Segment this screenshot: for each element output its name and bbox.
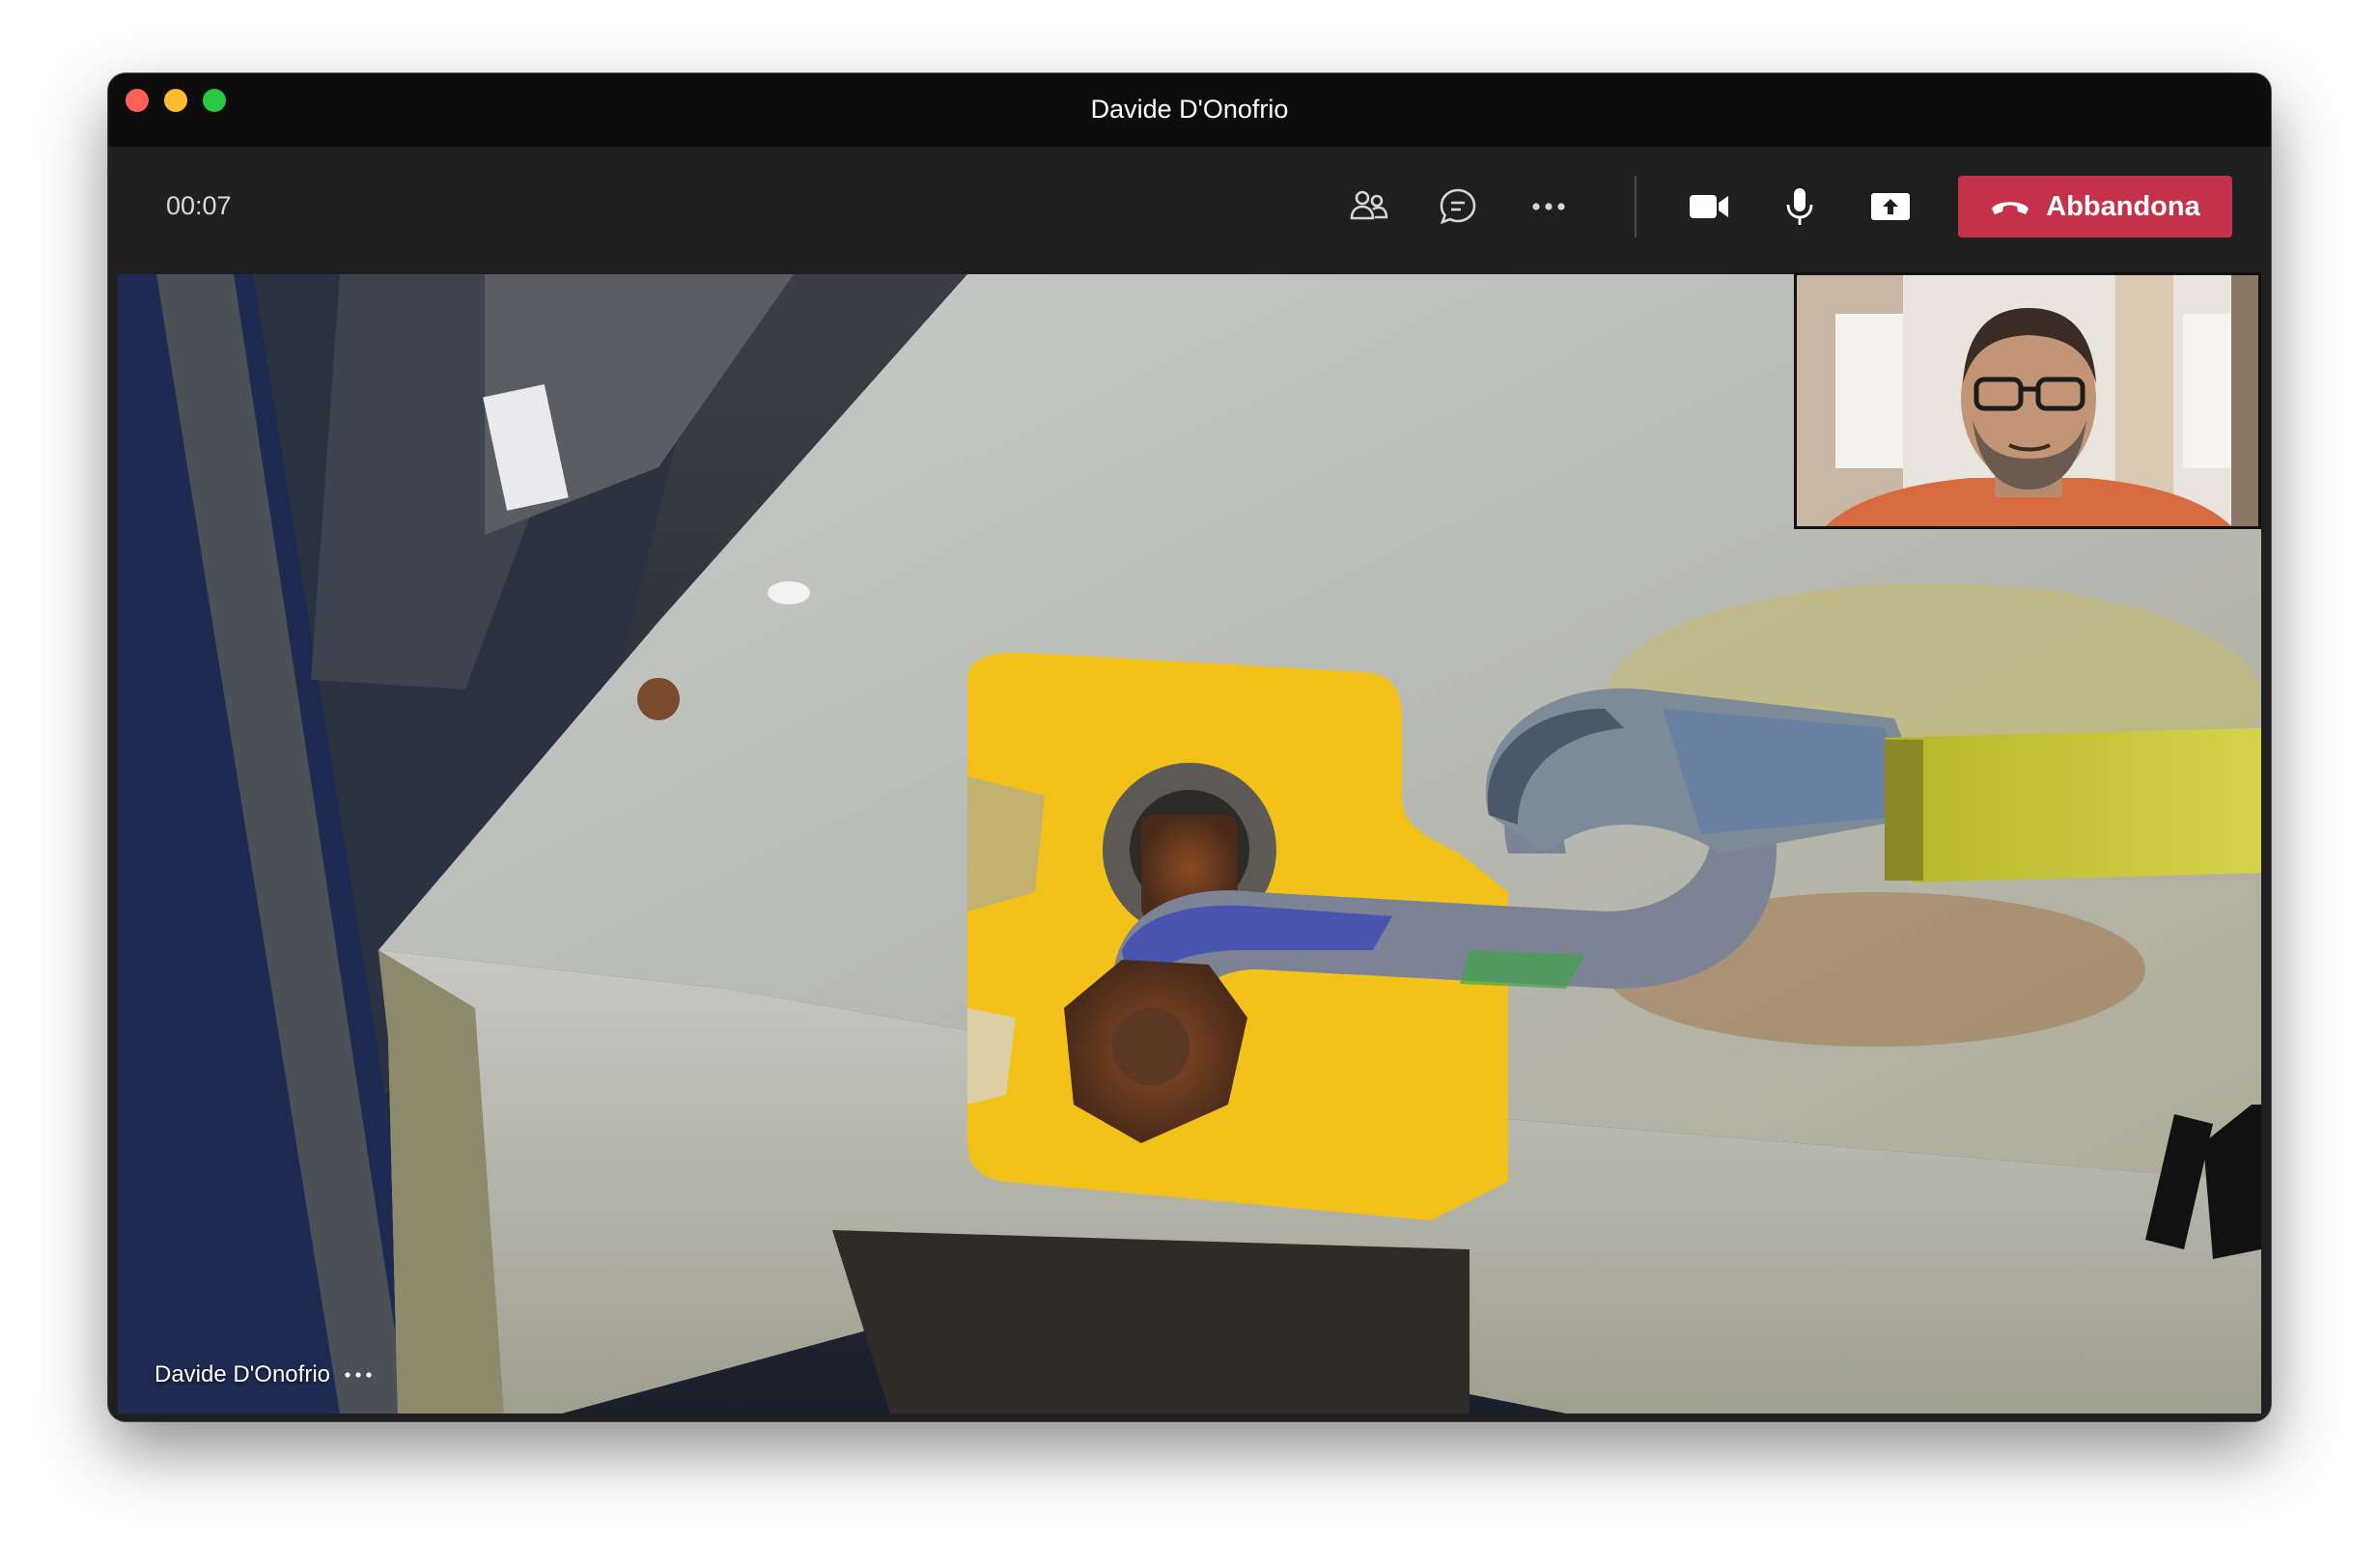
mic-toggle-button[interactable] [1769, 176, 1831, 238]
chat-button[interactable] [1427, 176, 1489, 238]
more-dots-icon [1532, 203, 1565, 210]
participant-name: Davide D'Onofrio [154, 1361, 330, 1387]
share-screen-icon [1871, 193, 1910, 220]
more-dots-icon[interactable] [344, 1370, 373, 1380]
teams-call-window: Davide D'Onofrio 00:07 Abbandona Davide … [108, 73, 2271, 1421]
call-timer: 00:07 [166, 191, 232, 220]
leave-button-label: Abbandona [2046, 190, 2200, 222]
microphone-icon [1786, 188, 1813, 225]
participant-name-tag: Davide D'Onofrio [154, 1361, 373, 1388]
participants-button[interactable] [1338, 176, 1400, 238]
share-screen-button[interactable] [1860, 176, 1921, 238]
more-actions-button[interactable] [1518, 176, 1580, 238]
hang-up-icon [1992, 202, 2029, 214]
self-view-image [1797, 275, 2258, 526]
self-view-video[interactable] [1794, 272, 2261, 529]
camera-toggle-button[interactable] [1678, 176, 1740, 238]
people-icon [1350, 190, 1388, 220]
leave-call-button[interactable]: Abbandona [1958, 176, 2232, 238]
title-bar: Davide D'Onofrio [108, 73, 2271, 147]
chat-icon [1440, 188, 1476, 225]
toolbar-divider [1635, 176, 1637, 238]
video-camera-icon [1690, 195, 1728, 218]
window-title: Davide D'Onofrio [1090, 95, 1289, 124]
